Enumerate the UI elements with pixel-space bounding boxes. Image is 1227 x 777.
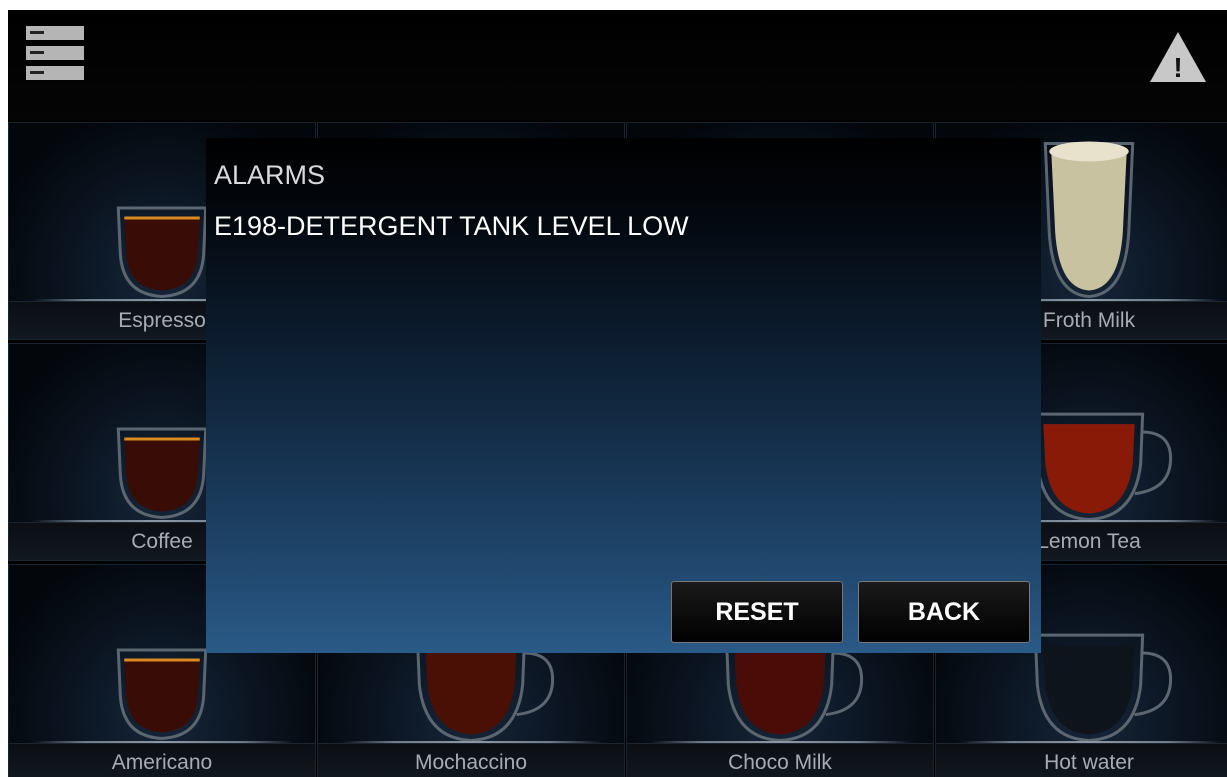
product-label: Hot water — [936, 743, 1227, 777]
alarm-message: E198-DETERGENT TANK LEVEL LOW — [214, 211, 689, 241]
alarms-dialog: ALARMS E198-DETERGENT TANK LEVEL LOW RES… — [206, 138, 1041, 653]
top-bar: ! — [8, 10, 1227, 120]
product-label: Americano — [9, 743, 315, 777]
dialog-title: ALARMS — [214, 160, 326, 190]
product-label: Choco Milk — [627, 743, 933, 777]
warning-triangle-icon[interactable]: ! — [1148, 28, 1208, 86]
product-label: Mochaccino — [318, 743, 624, 777]
back-button[interactable]: BACK — [858, 581, 1030, 643]
menu-icon[interactable] — [26, 22, 84, 84]
reset-button[interactable]: RESET — [671, 581, 843, 643]
warning-glyph: ! — [1173, 52, 1182, 83]
screen: ! Espresso Froth Milk Coffee Lemon Tea Ameri… — [8, 10, 1227, 777]
